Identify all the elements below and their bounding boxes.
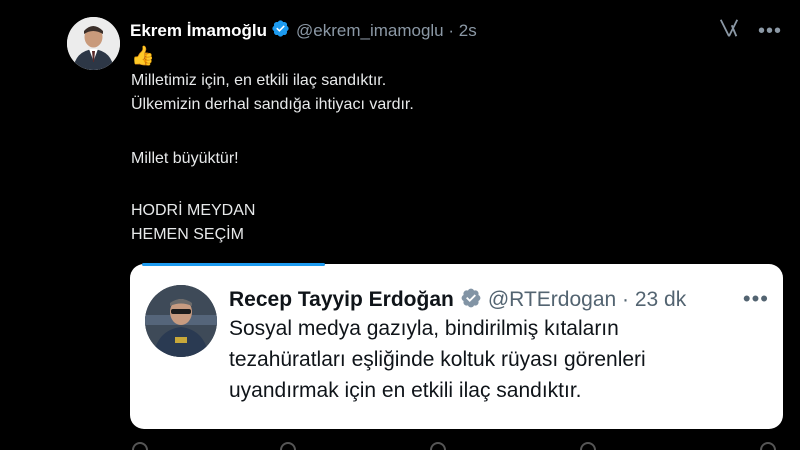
tweet-action-bar [130,442,780,450]
thumbs-up-emoji: 👍 [131,46,155,67]
tweet-text-line: Milletimiz için, en etkili ilaç sandıktı… [131,72,387,89]
tweet-text-line: HEMEN SEÇİM [131,226,244,243]
tweet-time[interactable]: 2s [459,21,477,40]
quoted-author-handle[interactable]: @RTErdogan · 23 dk [488,288,686,312]
tweet-text-line: HODRİ MEYDAN [131,202,256,219]
quoted-text-line: uyandırmak için en etkili ilaç sandıktır… [229,379,582,402]
like-icon[interactable] [430,442,446,450]
quoted-tweet-card[interactable]: Recep Tayyip Erdoğan @RTErdogan · 23 dk … [130,264,783,429]
tweet-text-line: Ülkemizin derhal sandığa ihtiyacı vardır… [131,96,414,113]
reply-icon[interactable] [132,442,148,450]
author-handle[interactable]: @ekrem_imamoglu · 2s [296,21,477,41]
quoted-more-icon[interactable]: ••• [743,286,769,312]
quoted-tweet-time[interactable]: 23 dk [635,288,686,311]
quoted-tweet-header: Recep Tayyip Erdoğan @RTErdogan · 23 dk [229,286,686,314]
quoted-text-line: tezahüratları eşliğinde koltuk rüyası gö… [229,348,646,371]
tweet-text-line: Millet büyüktür! [131,150,239,167]
more-icon[interactable]: ••• [758,21,782,41]
grok-icon[interactable] [718,17,740,44]
quoted-text-line: Sosyal medya gazıyla, bindirilmiş kıtala… [229,317,619,340]
share-icon[interactable] [760,442,776,450]
views-icon[interactable] [580,442,596,450]
author-handle-text: @ekrem_imamoglu [296,21,444,40]
author-avatar[interactable] [67,17,120,70]
tweet-header: Ekrem İmamoğlu @ekrem_imamoglu · 2s [130,20,477,42]
quoted-author-avatar[interactable] [145,285,217,357]
retweet-icon[interactable] [280,442,296,450]
quoted-handle-text: @RTErdogan [487,288,617,311]
quoted-verified-badge-icon [454,287,482,314]
quoted-author-name[interactable]: Recep Tayyip Erdoğan [229,288,454,312]
author-name[interactable]: Ekrem İmamoğlu [130,21,267,41]
separator-dot: · [448,21,459,40]
video-progress-bar [142,263,325,266]
separator-dot: · [622,288,635,311]
tweet-top-actions: ••• [718,17,782,44]
verified-badge-icon [267,19,290,43]
